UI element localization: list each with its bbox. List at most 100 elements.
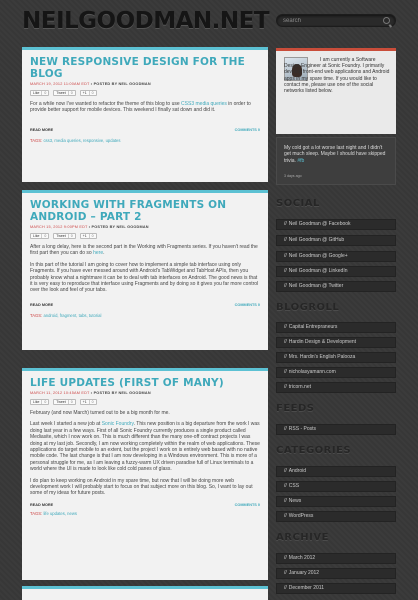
tweet-count: 0 xyxy=(67,234,73,238)
blogroll-link[interactable]: //Mrs. Hardin's English Palooza xyxy=(276,352,396,363)
read-more-link[interactable]: READ MORE xyxy=(30,128,53,132)
link-label: nicholasyamann.com xyxy=(288,369,336,375)
tags-list[interactable]: life updates, news xyxy=(43,511,77,516)
post-paragraph: Last week I started a new job at Sonic F… xyxy=(30,421,260,472)
archive-heading: ARCHIVE xyxy=(276,532,329,543)
post-paragraph: I do plan to keep working on Android in … xyxy=(30,478,260,497)
link-label: RSS - Posts xyxy=(288,426,317,432)
tags-label: TAGS: xyxy=(30,510,43,516)
site-title[interactable]: NEILGOODMAN.NET xyxy=(22,8,270,34)
blogroll-link[interactable]: //nicholasyamann.com xyxy=(276,367,396,378)
social-link[interactable]: //Neil Goodman @ GitHub xyxy=(276,235,396,246)
archive-link[interactable]: //March 2012 xyxy=(276,553,396,564)
tweet-button[interactable]: Tweet 0 xyxy=(53,90,76,96)
link-label: WordPress xyxy=(288,513,314,519)
post-link[interactable]: CSS3 media queries xyxy=(181,101,227,107)
slash-glyph: // xyxy=(284,513,287,519)
page-background: NEILGOODMAN.NET NEW RESPONSIVE DESIGN FO… xyxy=(0,0,418,600)
post-paragraph: After a long delay, here is the second p… xyxy=(30,244,260,257)
feed-link[interactable]: //RSS - Posts xyxy=(276,424,396,435)
slash-glyph: // xyxy=(284,426,287,432)
slash-glyph: // xyxy=(284,268,287,274)
post-text: . xyxy=(103,250,105,257)
archive-link[interactable]: //December 2011 xyxy=(276,583,396,594)
read-more-link[interactable]: READ MORE xyxy=(30,303,53,307)
tags-list[interactable]: android, fragment, tabs, tutorial xyxy=(43,313,101,318)
slash-glyph: // xyxy=(284,354,287,360)
post-title[interactable]: WORKING WITH FRAGMENTS ON ANDROID – PART… xyxy=(30,199,260,223)
post-paragraph: February (and now March) turned out to b… xyxy=(30,410,260,416)
search-icon[interactable] xyxy=(383,17,390,24)
like-count: 0 xyxy=(41,400,46,404)
post-link[interactable]: Sonic Foundry xyxy=(102,421,134,427)
post-tags: TAGS: android, fragment, tabs, tutorial xyxy=(30,313,260,318)
facebook-like-button[interactable]: Like 0 xyxy=(30,233,50,239)
archive-link[interactable]: //January 2012 xyxy=(276,568,396,579)
tweet-text: My cold got a lot worse last night and I… xyxy=(284,145,389,164)
tweet-count: 0 xyxy=(67,400,73,404)
post-paragraph: For a while now I've wanted to refactor … xyxy=(30,101,260,114)
plus-label: +1 xyxy=(82,400,87,404)
post-accent-bar xyxy=(22,586,268,589)
plus-count: 0 xyxy=(88,91,94,95)
social-heading: SOCIAL xyxy=(276,198,320,209)
social-link[interactable]: //Neil Goodman @ Google+ xyxy=(276,251,396,262)
like-label: Like xyxy=(33,91,40,95)
share-buttons: Like 0 Tweet 0 +1 0 xyxy=(30,233,260,239)
blogroll-link[interactable]: //tricorn.net xyxy=(276,382,396,393)
slash-glyph: // xyxy=(284,498,287,504)
tags-list[interactable]: css3, media queries, responsive, updates xyxy=(43,138,120,143)
like-label: Like xyxy=(33,400,40,404)
blogroll-link[interactable]: //Capital Entrepraneurs xyxy=(276,322,396,333)
tweet-time[interactable]: 3 days ago xyxy=(284,174,302,178)
post-card: WORKING WITH FRAGMENTS ON ANDROID – PART… xyxy=(22,190,268,350)
social-link[interactable]: //Neil Goodman @ LinkedIn xyxy=(276,266,396,277)
category-link[interactable]: //WordPress xyxy=(276,511,396,522)
category-link[interactable]: //CSS xyxy=(276,481,396,492)
about-text: I am currently a Software Design Enginee… xyxy=(284,57,390,95)
link-label: January 2012 xyxy=(288,570,320,576)
slash-glyph: // xyxy=(284,237,287,243)
post-author: • POSTED BY NEIL GOODMAN xyxy=(90,391,151,395)
tags-label: TAGS: xyxy=(30,137,43,143)
comments-link[interactable]: COMMENTS 0 xyxy=(235,503,260,507)
slash-glyph: // xyxy=(284,384,287,390)
plus-label: +1 xyxy=(82,91,87,95)
like-count: 0 xyxy=(41,91,46,95)
slash-glyph: // xyxy=(284,483,287,489)
plus-one-button[interactable]: +1 0 xyxy=(79,399,97,405)
blogroll-link[interactable]: //Hardin Design & Development xyxy=(276,337,396,348)
post-text: For a while now I've wanted to refactor … xyxy=(30,101,182,107)
link-label: Neil Goodman @ LinkedIn xyxy=(288,268,348,274)
facebook-like-button[interactable]: Like 0 xyxy=(30,399,50,405)
read-more-link[interactable]: READ MORE xyxy=(30,503,53,507)
post-title[interactable]: LIFE UPDATES (FIRST OF MANY) xyxy=(30,377,260,389)
tweet-button[interactable]: Tweet 0 xyxy=(53,233,76,239)
post-link[interactable]: here xyxy=(93,250,103,256)
feeds-heading: FEEDS xyxy=(276,403,315,414)
post-date: MARCH 15, 2012 9:00PM EDT xyxy=(30,225,88,229)
slash-glyph: // xyxy=(284,221,287,227)
post-author: • POSTED BY NEIL GOODMAN xyxy=(88,225,149,229)
slash-glyph: // xyxy=(284,369,287,375)
tweet-hashtag[interactable]: #fb xyxy=(297,158,304,164)
search-box[interactable] xyxy=(276,14,396,27)
category-link[interactable]: //Android xyxy=(276,466,396,477)
blogroll-heading: BLOGROLL xyxy=(276,302,340,313)
facebook-like-button[interactable]: Like 0 xyxy=(30,90,50,96)
search-input[interactable] xyxy=(283,16,378,26)
comments-link[interactable]: COMMENTS 0 xyxy=(235,128,260,132)
slash-glyph: // xyxy=(284,324,287,330)
plus-one-button[interactable]: +1 0 xyxy=(79,233,97,239)
post-paragraph: In this part of the tutorial I am going … xyxy=(30,262,260,294)
comments-link[interactable]: COMMENTS 0 xyxy=(235,303,260,307)
post-title[interactable]: NEW RESPONSIVE DESIGN FOR THE BLOG xyxy=(30,56,260,80)
category-link[interactable]: //News xyxy=(276,496,396,507)
link-label: Neil Goodman @ Twitter xyxy=(288,283,344,289)
post-text: . This new position is a big departure f… xyxy=(30,421,260,473)
plus-one-button[interactable]: +1 0 xyxy=(79,90,97,96)
social-link[interactable]: //Neil Goodman @ Twitter xyxy=(276,281,396,292)
tweet-button[interactable]: Tweet 0 xyxy=(53,399,76,405)
social-link[interactable]: //Neil Goodman @ Facebook xyxy=(276,219,396,230)
post-text: After a long delay, here is the second p… xyxy=(30,244,258,257)
